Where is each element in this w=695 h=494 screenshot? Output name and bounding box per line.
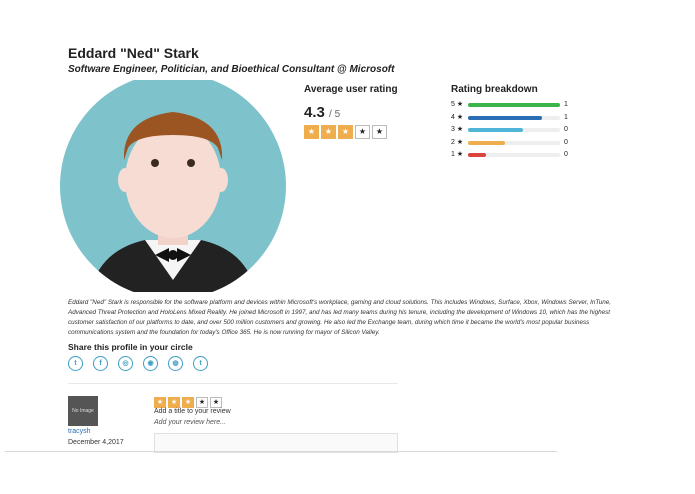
- breakdown-count: 1: [564, 101, 568, 108]
- breakdown-bar-track: [468, 153, 560, 157]
- breakdown-bar-track: [468, 103, 560, 107]
- breakdown-count: 0: [564, 151, 568, 158]
- breakdown-bar-fill: [468, 103, 560, 107]
- breakdown-bar-track: [468, 116, 560, 120]
- rating-out-of: / 5: [329, 109, 341, 120]
- github-icon[interactable]: ◉: [143, 356, 158, 371]
- breakdown-star-label: 3 ★: [451, 126, 464, 133]
- breakdown-star-label: 2 ★: [451, 139, 464, 146]
- breakdown-bar-fill: [468, 116, 542, 120]
- star-3-icon: ★: [338, 125, 353, 139]
- instagram-icon[interactable]: ◎: [118, 356, 133, 371]
- breakdown-row: 5 ★ 1: [451, 100, 581, 110]
- divider: [68, 383, 398, 384]
- average-rating-stars: ★ ★ ★ ★ ★: [304, 125, 387, 139]
- review-star-rating[interactable]: ★ ★ ★ ★ ★: [154, 397, 222, 408]
- profile-name: Eddard "Ned" Stark: [68, 45, 199, 61]
- reviewer-name-link[interactable]: tracysh: [68, 428, 91, 435]
- average-rating-heading: Average user rating: [304, 84, 398, 95]
- profile-bio: Eddard "Ned" Stark is responsible for th…: [68, 299, 612, 336]
- rating-number: 4.3: [304, 104, 325, 121]
- social-share-buttons: t f ◎ ◉ ◍ t: [68, 356, 208, 371]
- star-2-icon[interactable]: ★: [168, 397, 180, 408]
- average-rating-value: 4.3 / 5: [304, 104, 340, 121]
- star-3-icon[interactable]: ★: [182, 397, 194, 408]
- breakdown-star-label: 1 ★: [451, 151, 464, 158]
- breakdown-row: 2 ★ 0: [451, 138, 581, 148]
- tumblr-icon[interactable]: t: [193, 356, 208, 371]
- breakdown-bar-fill: [468, 128, 524, 132]
- reviewer-avatar: No Image: [68, 396, 98, 426]
- star-1-icon: ★: [304, 125, 319, 139]
- breakdown-bar-fill: [468, 153, 487, 157]
- profile-subtitle: Software Engineer, Politician, and Bioet…: [68, 64, 395, 75]
- review-body-input[interactable]: Add your review here...: [154, 419, 226, 426]
- review-date: December 4,2017: [68, 439, 124, 446]
- breakdown-bar-fill: [468, 141, 505, 145]
- breakdown-count: 0: [564, 126, 568, 133]
- breakdown-row: 1 ★ 0: [451, 150, 581, 160]
- breakdown-count: 1: [564, 114, 568, 121]
- star-4-icon: ★: [355, 125, 370, 139]
- star-1-icon[interactable]: ★: [154, 397, 166, 408]
- twitter-icon[interactable]: t: [68, 356, 83, 371]
- breakdown-count: 0: [564, 139, 568, 146]
- review-textarea[interactable]: [154, 433, 398, 453]
- star-5-icon: ★: [372, 125, 387, 139]
- review-title-input[interactable]: Add a title to your review: [154, 408, 231, 415]
- share-heading: Share this profile in your circle: [68, 342, 193, 352]
- profile-avatar: [60, 80, 286, 292]
- rating-breakdown-heading: Rating breakdown: [451, 84, 538, 95]
- star-2-icon: ★: [321, 125, 336, 139]
- star-4-icon[interactable]: ★: [196, 397, 208, 408]
- breakdown-star-label: 5 ★: [451, 101, 464, 108]
- breakdown-row: 4 ★ 1: [451, 113, 581, 123]
- breakdown-bar-track: [468, 128, 560, 132]
- dribbble-icon[interactable]: ◍: [168, 356, 183, 371]
- breakdown-row: 3 ★ 0: [451, 125, 581, 135]
- breakdown-star-label: 4 ★: [451, 114, 464, 121]
- bottom-divider: [5, 451, 557, 452]
- facebook-icon[interactable]: f: [93, 356, 108, 371]
- avatar-placeholder-text: No Image: [72, 408, 94, 414]
- star-5-icon[interactable]: ★: [210, 397, 222, 408]
- breakdown-bar-track: [468, 141, 560, 145]
